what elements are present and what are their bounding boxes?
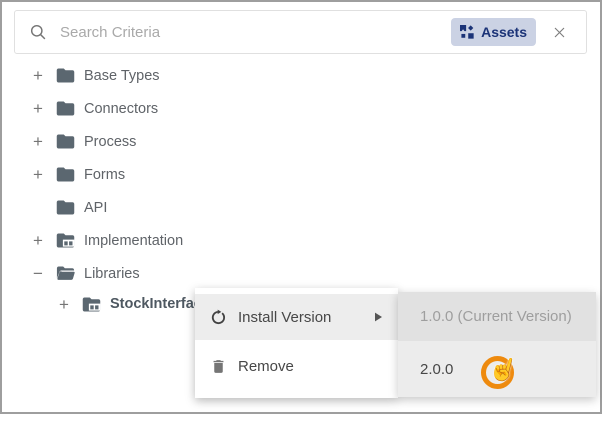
context-menu: Install Version Remove — [195, 288, 398, 398]
search-input[interactable] — [60, 24, 451, 41]
menu-item-install-version[interactable]: Install Version — [195, 294, 398, 340]
tree-item-base-types[interactable]: + Base Types — [0, 59, 400, 92]
tree-item-label: API — [84, 200, 107, 216]
tree-item-process[interactable]: + Process — [0, 125, 400, 158]
folder-icon — [55, 197, 76, 218]
tree-item-connectors[interactable]: + Connectors — [0, 92, 400, 125]
tree-item-label: Connectors — [84, 101, 158, 117]
folder-open-icon — [55, 263, 76, 284]
tree-item-libraries[interactable]: − Libraries — [0, 257, 400, 290]
folder-grid-icon — [81, 294, 102, 315]
tree-item-label: Forms — [84, 167, 125, 183]
version-submenu: 1.0.0 (Current Version) 2.0.0 — [398, 292, 596, 397]
submenu-item-label: 2.0.0 — [420, 361, 453, 378]
tree-item-label: Libraries — [84, 266, 140, 282]
tree-item-implementation[interactable]: + Implementation — [0, 224, 400, 257]
folder-icon — [55, 131, 76, 152]
tree-item-label: Base Types — [84, 68, 160, 84]
folder-grid-icon — [55, 230, 76, 251]
folder-icon — [55, 65, 76, 86]
tree-item-label: Implementation — [84, 233, 183, 249]
tree-item-forms[interactable]: + Forms — [0, 158, 400, 191]
expand-toggle[interactable]: + — [30, 100, 46, 117]
expand-toggle[interactable]: + — [30, 67, 46, 84]
asset-tree: + Base Types + Connectors + Process + Fo… — [0, 59, 400, 318]
submenu-item-label: 1.0.0 (Current Version) — [420, 308, 572, 325]
tree-item-api[interactable]: API — [0, 191, 400, 224]
search-bar: Assets — [14, 10, 587, 54]
assets-grid-icon — [460, 25, 474, 39]
assets-filter-button[interactable]: Assets — [451, 18, 536, 46]
submenu-item-current-version: 1.0.0 (Current Version) — [398, 292, 596, 341]
menu-item-label: Remove — [238, 358, 294, 375]
close-icon — [552, 25, 567, 40]
expand-toggle[interactable]: + — [30, 166, 46, 183]
assets-filter-label: Assets — [481, 24, 527, 40]
trash-icon — [210, 358, 227, 375]
expand-toggle[interactable]: + — [30, 232, 46, 249]
submenu-item-2-0-0[interactable]: 2.0.0 — [398, 341, 596, 397]
expand-toggle[interactable]: + — [30, 133, 46, 150]
folder-icon — [55, 164, 76, 185]
collapse-toggle[interactable]: − — [30, 265, 46, 282]
menu-item-label: Install Version — [238, 309, 331, 326]
refresh-icon — [210, 309, 227, 326]
tree-item-label: Process — [84, 134, 136, 150]
search-icon — [29, 23, 48, 42]
submenu-arrow-icon — [375, 312, 382, 322]
clear-search-button[interactable] — [550, 23, 568, 41]
folder-icon — [55, 98, 76, 119]
menu-item-remove[interactable]: Remove — [195, 340, 398, 392]
expand-toggle[interactable]: + — [56, 296, 72, 313]
